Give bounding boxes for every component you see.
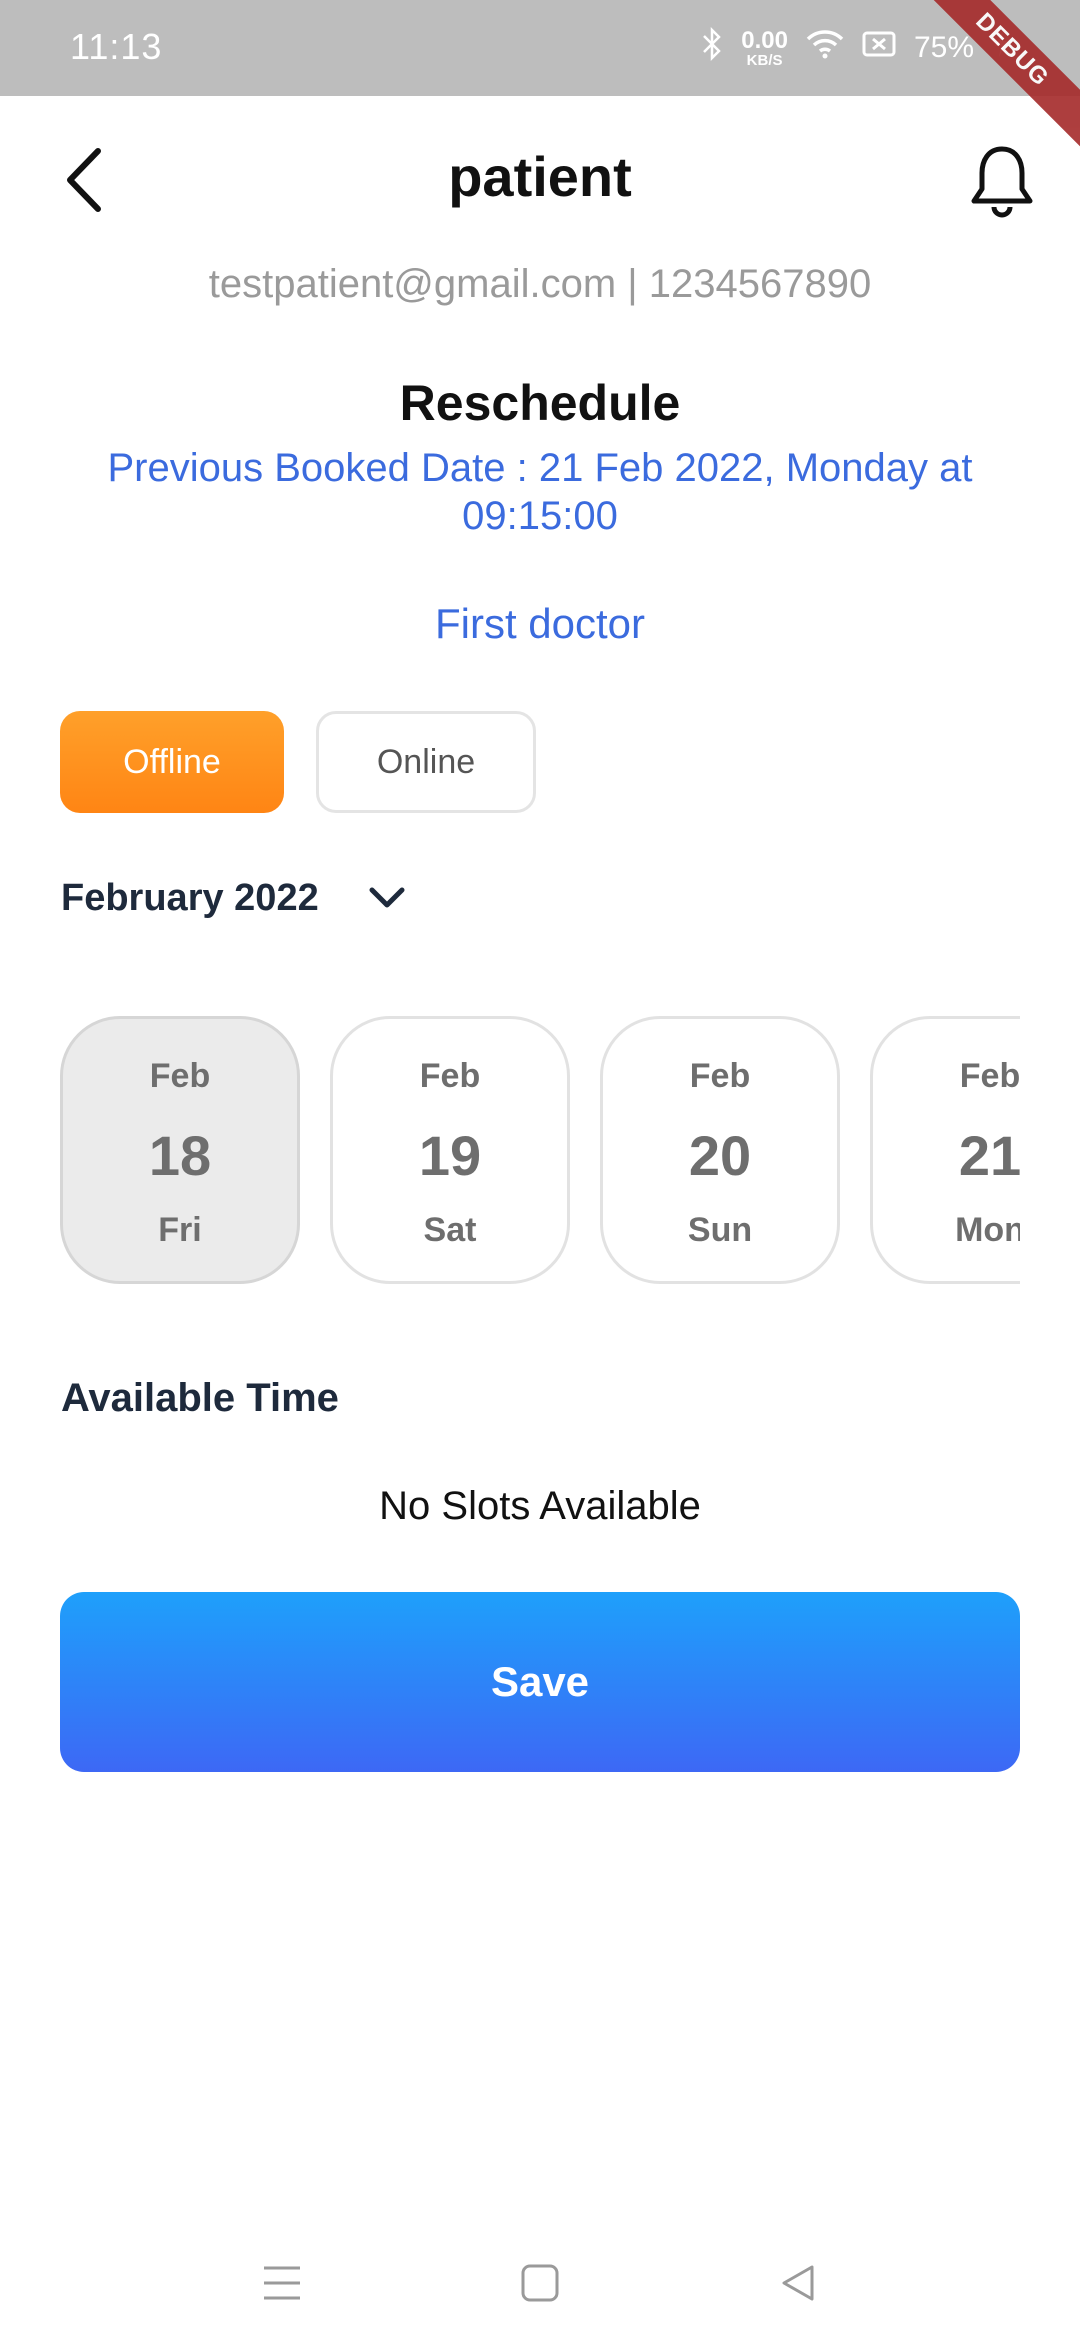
- offline-button[interactable]: Offline: [60, 711, 284, 813]
- recent-apps-button[interactable]: [242, 2250, 322, 2320]
- page-title: patient: [448, 145, 632, 208]
- sim-x-icon: [862, 30, 896, 66]
- date-card[interactable]: Feb 21 Mon: [870, 1016, 1020, 1284]
- home-button[interactable]: [500, 2250, 580, 2320]
- date-card[interactable]: Feb 19 Sat: [330, 1016, 570, 1284]
- wifi-icon: [806, 29, 844, 67]
- notification-button[interactable]: [960, 138, 1044, 228]
- reschedule-title: Reschedule: [399, 375, 681, 431]
- previous-booked-date: Previous Booked Date : 21 Feb 2022, Mond…: [107, 446, 973, 538]
- battery-level: 75%: [913, 31, 974, 64]
- online-button[interactable]: Online: [316, 711, 536, 813]
- menu-icon: [262, 2264, 302, 2307]
- network-speed: 0.00 KB/S: [741, 26, 788, 69]
- date-month: Feb: [149, 1057, 211, 1095]
- status-time: 11:13: [70, 26, 163, 67]
- patient-contact: testpatient@gmail.com | 1234567890: [208, 262, 872, 306]
- date-month: Feb: [959, 1057, 1020, 1095]
- available-time-label: Available Time: [61, 1376, 339, 1420]
- date-day: 18: [148, 1124, 212, 1187]
- date-weekday: Fri: [158, 1211, 202, 1249]
- date-strip[interactable]: Feb 18 Fri Feb 19 Sat Feb 20 Sun Feb 21 …: [60, 1016, 1020, 1286]
- date-weekday: Sat: [423, 1211, 477, 1249]
- system-back-button[interactable]: [758, 2250, 838, 2320]
- date-card[interactable]: Feb 20 Sun: [600, 1016, 840, 1284]
- doctor-name: First doctor: [434, 600, 646, 647]
- back-triangle-icon: [778, 2263, 818, 2308]
- date-day: 21: [958, 1124, 1020, 1187]
- date-month: Feb: [689, 1057, 751, 1095]
- save-button[interactable]: Save: [60, 1592, 1020, 1772]
- date-weekday: Sun: [687, 1211, 753, 1249]
- bluetooth-icon: [701, 26, 723, 69]
- system-nav-bar: [0, 2230, 1080, 2340]
- date-day: 19: [418, 1124, 482, 1187]
- bell-icon: [968, 143, 1036, 224]
- date-day: 20: [688, 1124, 752, 1187]
- status-bar: 11:13 0.00 KB/S 75% DEBUG: [0, 0, 1080, 157]
- date-weekday: Mon: [955, 1211, 1020, 1249]
- no-slots-message: No Slots Available: [379, 1484, 701, 1528]
- month-selector[interactable]: February 2022: [61, 868, 407, 928]
- date-card[interactable]: Feb 18 Fri: [60, 1016, 300, 1284]
- date-month: Feb: [419, 1057, 481, 1095]
- status-icons: 0.00 KB/S 75%: [701, 24, 1010, 72]
- chevron-down-icon: [367, 885, 407, 911]
- home-square-icon: [520, 2263, 560, 2308]
- month-label: February 2022: [61, 876, 319, 919]
